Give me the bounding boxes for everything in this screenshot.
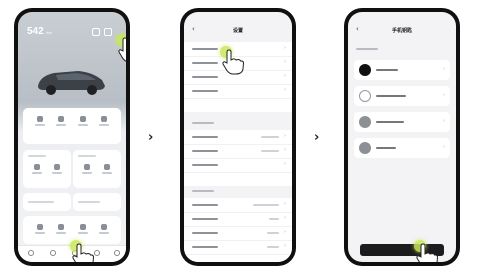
nav-profile-icon[interactable]: [114, 250, 120, 256]
tap-indicator-car-tab: [70, 240, 96, 262]
chevron-right-icon: ›: [443, 66, 445, 72]
chevron-right-icon: ›: [284, 147, 286, 153]
home-screen: 542 km: [18, 12, 126, 262]
chevron-right-icon: ›: [284, 133, 286, 139]
info-card-right[interactable]: [73, 193, 121, 211]
tap-indicator-phone-key: [220, 46, 246, 76]
quick-controls-card: [23, 108, 121, 144]
range-display: 542 km: [27, 26, 52, 37]
key-icon: [359, 64, 371, 76]
chevron-right-icon: ›: [284, 87, 286, 93]
page-title: 手机钥匙: [391, 28, 412, 34]
key-row-owner[interactable]: ›: [354, 60, 450, 80]
settings-row[interactable]: ›: [184, 130, 292, 145]
settings-row[interactable]: ›: [184, 226, 292, 241]
key-row-shared[interactable]: ›: [354, 112, 450, 132]
message-icon[interactable]: [92, 28, 100, 36]
chevron-right-icon: ›: [284, 59, 286, 65]
page-title: 设置: [232, 28, 243, 34]
range-value: 542: [27, 26, 44, 37]
chevron-right-icon: ›: [284, 229, 286, 235]
settings-row[interactable]: ›: [184, 198, 292, 213]
section-header: [192, 122, 214, 124]
key-icon: [359, 90, 371, 102]
tap-indicator-settings: [116, 34, 126, 64]
range-unit: km: [46, 30, 52, 35]
quick-control-trunk[interactable]: [72, 116, 94, 126]
status-card-left[interactable]: [23, 150, 71, 188]
status-bar: [184, 12, 292, 24]
step-arrow-2: ›: [314, 130, 320, 145]
section-header: [192, 190, 214, 192]
nav-home-icon[interactable]: [28, 250, 34, 256]
chevron-right-icon: ›: [284, 215, 286, 221]
phone-key-screen: ‹ 手机钥匙 › › › ›: [344, 8, 460, 266]
hand-pointer-icon: [416, 243, 438, 262]
quick-control-lights[interactable]: [94, 116, 116, 126]
quick-control-window[interactable]: [51, 116, 73, 126]
service-item[interactable]: [72, 224, 94, 234]
chevron-right-icon: ›: [443, 118, 445, 124]
hand-pointer-icon: [222, 49, 244, 75]
chevron-right-icon: ›: [284, 201, 286, 207]
chevron-right-icon: ›: [284, 73, 286, 79]
nav-discover-icon[interactable]: [50, 250, 56, 256]
quick-control-lock[interactable]: [29, 116, 51, 126]
hand-pointer-icon: [72, 243, 94, 262]
settings-row[interactable]: ›: [184, 240, 292, 255]
settings-screen: ‹ 设置 › › › › › › › › › › ›: [184, 12, 292, 262]
phone-home-screen: 542 km: [14, 8, 130, 266]
step-arrow-1: ›: [148, 130, 154, 145]
settings-group-2: › › ›: [184, 130, 292, 186]
chevron-right-icon: ›: [284, 45, 286, 51]
settings-row[interactable]: ›: [184, 84, 292, 99]
key-icon: [359, 116, 371, 128]
chevron-right-icon: ›: [443, 92, 445, 98]
tap-indicator-add-key: [414, 240, 440, 262]
info-card-left[interactable]: [23, 193, 71, 211]
service-item[interactable]: [94, 224, 116, 234]
chevron-right-icon: ›: [284, 243, 286, 249]
settings-row[interactable]: ›: [184, 212, 292, 227]
car-image: [38, 71, 105, 95]
key-icon: [359, 142, 371, 154]
service-item[interactable]: [51, 224, 73, 234]
settings-row[interactable]: ›: [184, 158, 292, 173]
status-card-right[interactable]: [73, 150, 121, 188]
section-header: [356, 48, 378, 50]
settings-icon[interactable]: [104, 28, 112, 36]
settings-group-3: › › › ›: [184, 198, 292, 262]
phone-key-screen-content: ‹ 手机钥匙 › › › ›: [348, 12, 456, 262]
phone-settings-screen: ‹ 设置 › › › › › › › › › › ›: [180, 8, 296, 266]
settings-row[interactable]: ›: [184, 144, 292, 159]
key-row-shared[interactable]: ›: [354, 86, 450, 106]
chevron-right-icon: ›: [284, 161, 286, 167]
status-bar: [348, 12, 456, 24]
key-row-shared[interactable]: ›: [354, 138, 450, 158]
service-item[interactable]: [29, 224, 51, 234]
chevron-right-icon: ›: [443, 144, 445, 150]
hand-pointer-icon: [118, 37, 126, 62]
status-bar: [18, 12, 126, 24]
